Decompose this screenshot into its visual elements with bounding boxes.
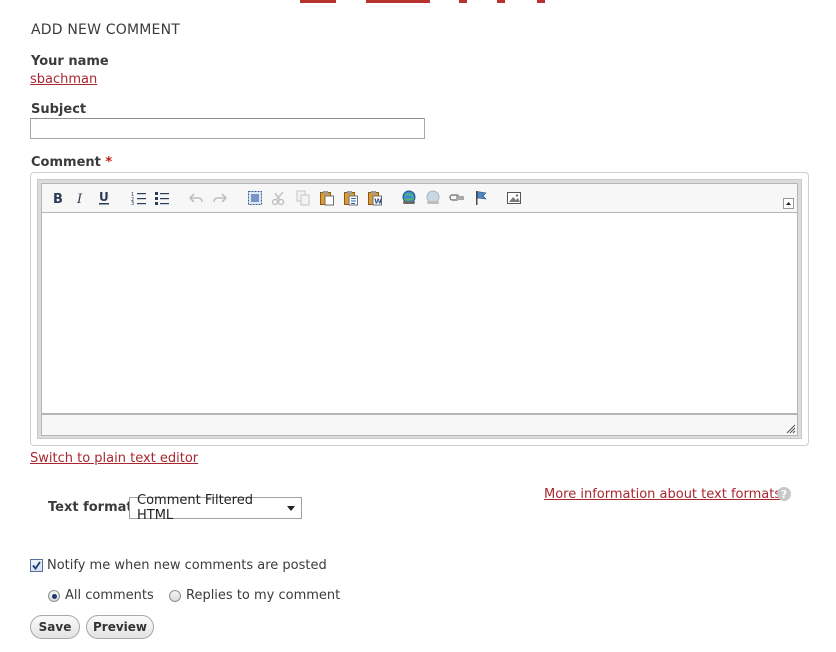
text-format-selected: Comment Filtered HTML [137, 493, 253, 523]
image-icon[interactable] [505, 189, 523, 207]
copy-icon[interactable] [294, 189, 312, 207]
unlink-icon[interactable] [424, 189, 442, 207]
top-nav-remnants [0, 0, 836, 4]
text-format-label: Text format [48, 500, 133, 515]
notify-checkbox[interactable] [30, 559, 43, 572]
text-format-select[interactable]: Comment Filtered HTML [129, 493, 302, 523]
redo-icon[interactable] [211, 189, 229, 207]
subject-input[interactable] [30, 118, 425, 139]
paste-word-icon[interactable]: W [366, 189, 384, 207]
toolbar-collapse-button[interactable] [783, 198, 794, 209]
notify-label: Notify me when new comments are posted [47, 558, 327, 573]
comment-label: Comment * [31, 155, 112, 170]
svg-text:3: 3 [131, 201, 134, 205]
all-comments-label: All comments [65, 588, 154, 603]
switch-editor-link[interactable]: Switch to plain text editor [30, 451, 198, 466]
svg-text:U: U [99, 190, 109, 204]
help-icon[interactable]: ? [777, 487, 791, 501]
paste-icon[interactable] [318, 189, 336, 207]
svg-text:W: W [374, 198, 382, 206]
svg-text:I: I [76, 192, 83, 205]
rich-text-editor: B I U 1 2 3 W [30, 172, 809, 446]
cut-icon[interactable] [270, 189, 288, 207]
editor-status-bar [41, 414, 798, 436]
radio-selected-dot [51, 593, 57, 599]
comment-label-text: Comment [31, 155, 101, 170]
link-icon[interactable] [400, 189, 418, 207]
editor-toolbar: B I U 1 2 3 W [41, 183, 798, 213]
editor-frame: B I U 1 2 3 W [37, 179, 802, 439]
dropdown-arrow-icon [281, 505, 301, 511]
anchor-icon[interactable] [448, 189, 466, 207]
radio-replies[interactable] [169, 590, 181, 602]
underline-icon[interactable]: U [95, 189, 113, 207]
ordered-list-icon[interactable]: 1 2 3 [130, 189, 148, 207]
checkmark-icon [32, 561, 41, 570]
bold-icon[interactable]: B [48, 189, 66, 207]
preview-button[interactable]: Preview [86, 615, 154, 639]
resize-grip-icon[interactable] [784, 422, 796, 434]
replies-label: Replies to my comment [186, 588, 341, 603]
text-format-info-link[interactable]: More information about text formats [544, 487, 781, 502]
flag-icon[interactable] [472, 189, 490, 207]
required-marker: * [105, 155, 113, 170]
italic-icon[interactable]: I [71, 189, 89, 207]
username-link[interactable]: sbachman [30, 72, 97, 87]
comment-edit-area[interactable] [41, 213, 798, 414]
subject-label: Subject [31, 102, 87, 117]
undo-icon[interactable] [187, 189, 205, 207]
bulleted-list-icon[interactable] [153, 189, 171, 207]
svg-text:B: B [53, 192, 63, 205]
save-button[interactable]: Save [30, 615, 80, 639]
name-label: Your name [31, 54, 109, 69]
section-title: ADD NEW COMMENT [31, 22, 181, 38]
select-all-icon[interactable] [246, 189, 264, 207]
radio-all-comments[interactable] [48, 590, 60, 602]
paste-text-icon[interactable] [342, 189, 360, 207]
